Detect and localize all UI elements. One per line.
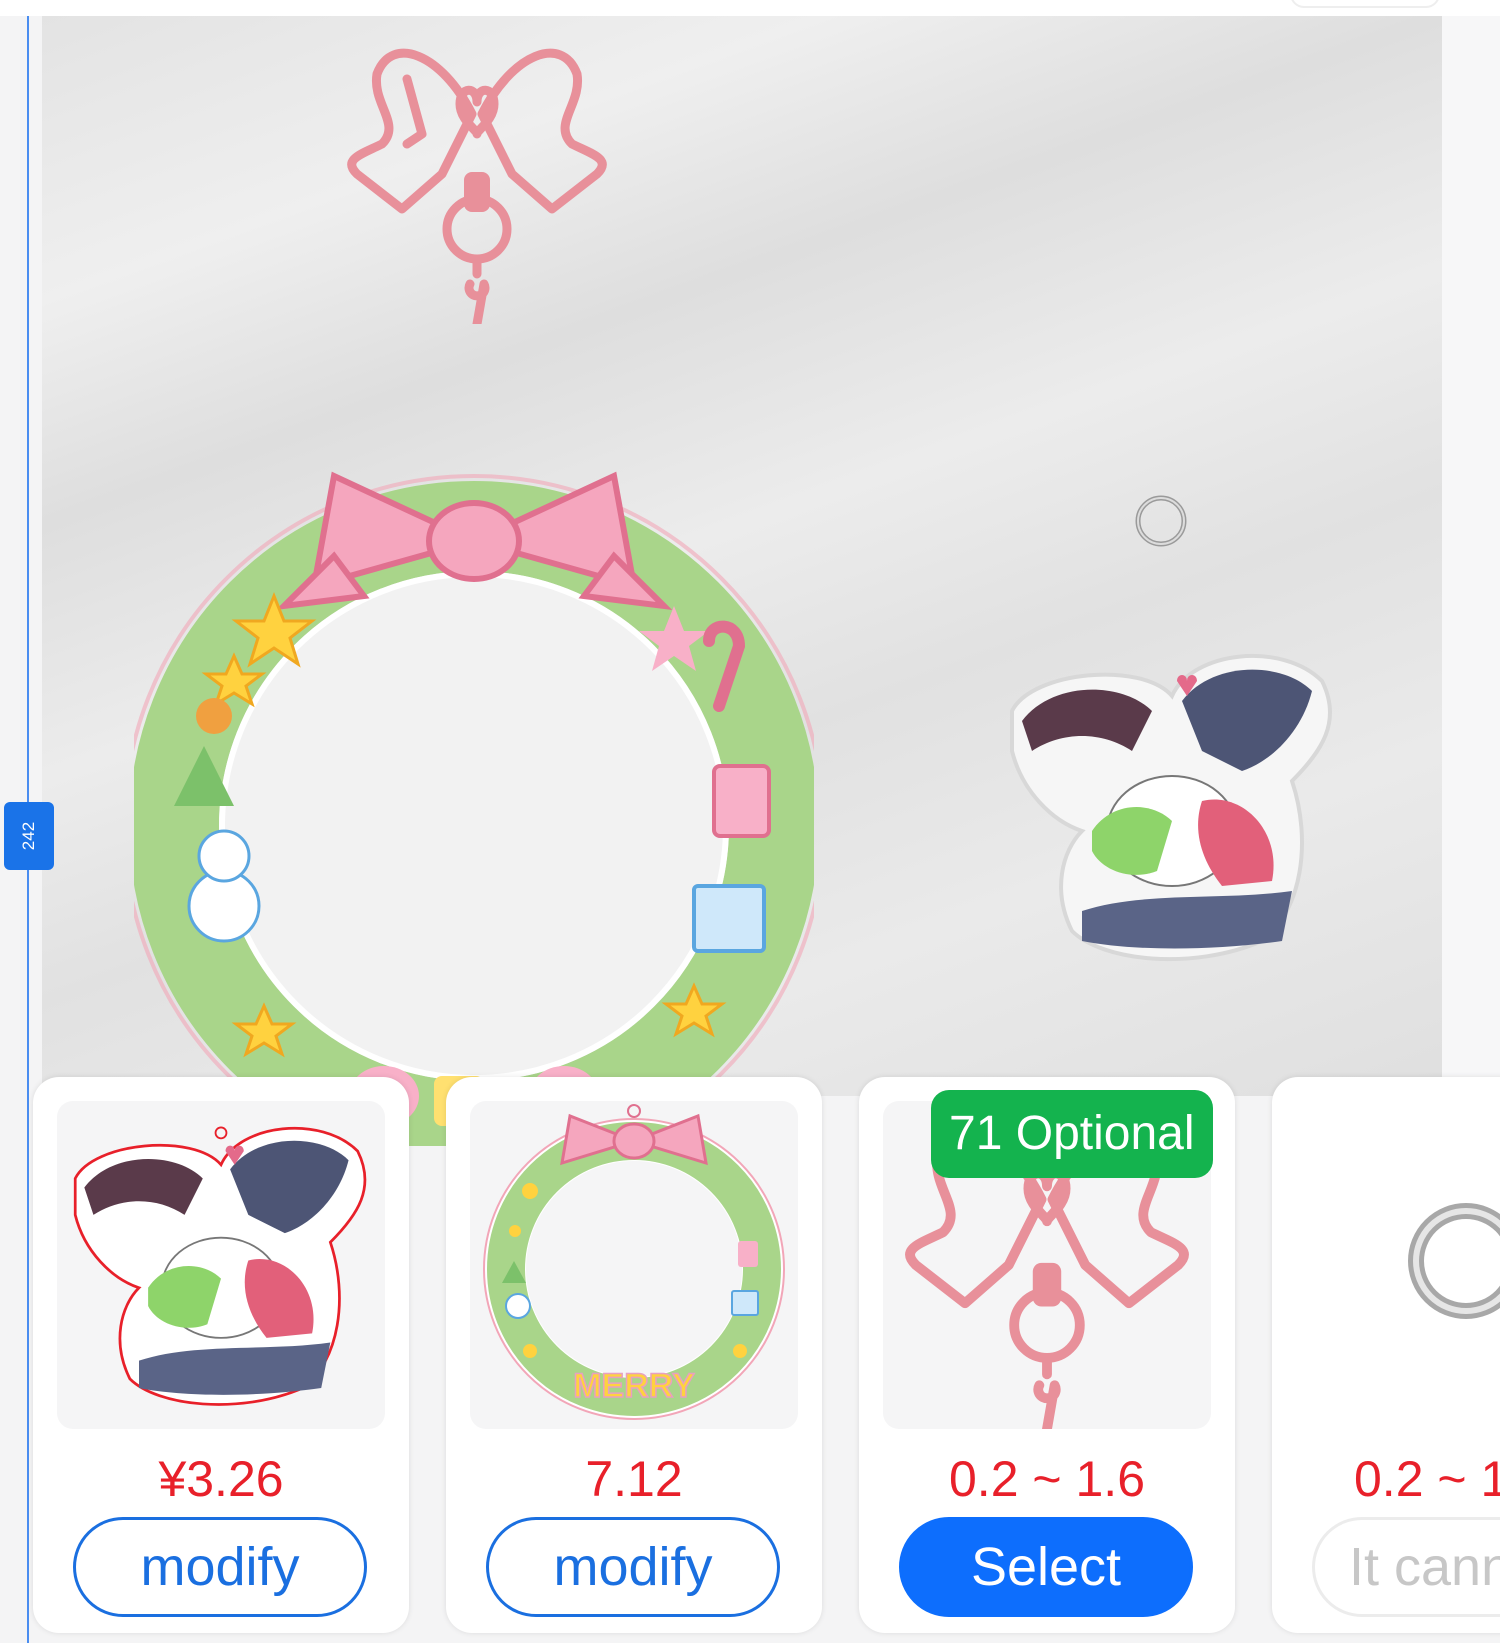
character-acrylic-icon (1010, 654, 1332, 962)
top-pill-button[interactable] (1290, 0, 1440, 8)
wreath-merry-text: MERRY (573, 1367, 695, 1405)
card-thumbnail (57, 1101, 385, 1429)
component-card-bow-clasp[interactable]: 71 Optional 0.2 ~ 1.6 Select (859, 1077, 1235, 1633)
character-acrylic-icon (73, 1126, 367, 1406)
bow-clasp-icon (347, 48, 607, 324)
select-button[interactable]: Select (899, 1517, 1193, 1617)
component-card-character[interactable]: ¥3.26 modify (33, 1077, 409, 1633)
component-card-list[interactable]: ¥3.26 modify MERRY 7.12 modify 71 Option… (0, 1077, 1500, 1643)
canvas-right-edge (1442, 16, 1500, 1096)
ruler-value: 242 (19, 821, 38, 851)
jump-ring-icon (1135, 495, 1187, 547)
card-price: 0.2 ~ 1 (1354, 1451, 1500, 1507)
canvas-jump-ring[interactable] (1132, 492, 1190, 550)
ruler-value-badge: 242 (4, 802, 54, 870)
jump-ring-icon (1408, 1203, 1500, 1319)
canvas-wreath[interactable] (134, 446, 814, 1146)
component-card-jump-ring[interactable]: 0.2 ~ 1 It cann (1272, 1077, 1500, 1633)
component-card-wreath[interactable]: MERRY 7.12 modify (446, 1077, 822, 1633)
card-price: 7.12 (585, 1451, 683, 1507)
canvas-bow-clasp[interactable] (332, 24, 622, 324)
card-price: 0.2 ~ 1.6 (949, 1451, 1145, 1507)
modify-button[interactable]: modify (486, 1517, 780, 1617)
card-thumbnail (1296, 1101, 1500, 1429)
canvas-character-acrylic[interactable] (992, 641, 1352, 971)
editor-page: 242 ¥3.26 modify MERRY 7.12 modify 71 Op… (0, 0, 1500, 1643)
optional-count-tag: 71 Optional (931, 1090, 1213, 1178)
top-bar (0, 0, 1500, 16)
wreath-acrylic-icon (134, 471, 814, 1146)
card-thumbnail: MERRY (470, 1101, 798, 1429)
design-canvas[interactable] (42, 16, 1442, 1146)
modify-button[interactable]: modify (73, 1517, 367, 1617)
card-price: ¥3.26 (158, 1451, 284, 1507)
cannot-select-button[interactable]: It cann (1312, 1517, 1500, 1617)
wreath-acrylic-icon: MERRY (483, 1104, 785, 1420)
